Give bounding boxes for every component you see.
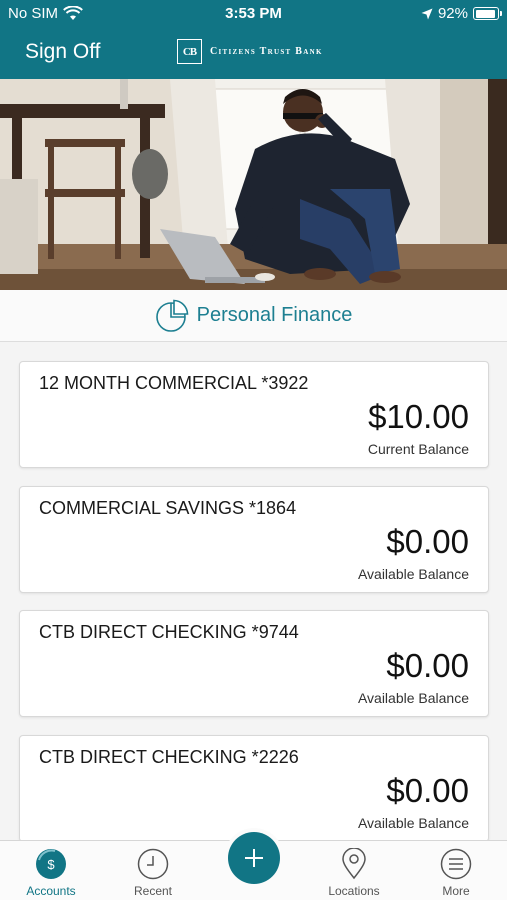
- account-balance: $0.00: [386, 523, 469, 560]
- tab-more[interactable]: More: [416, 841, 496, 900]
- account-card[interactable]: 12 MONTH COMMERCIAL *3922 $10.00 Current…: [19, 361, 489, 468]
- location-arrow-icon: [421, 8, 433, 19]
- plus-icon: [245, 849, 263, 867]
- tab-accounts[interactable]: $ Accounts: [11, 841, 91, 900]
- bank-logo-letters: CB: [182, 45, 197, 58]
- account-card[interactable]: COMMERCIAL SAVINGS *1864 $0.00 Available…: [19, 486, 489, 593]
- bank-logo: CB: [177, 39, 202, 64]
- tab-label: Accounts: [26, 884, 76, 898]
- top-bar: No SIM 3:53 PM 92% Sign Off CB Citizens …: [0, 0, 507, 79]
- account-name: COMMERCIAL SAVINGS *1864: [39, 498, 297, 518]
- tab-label: More: [442, 884, 470, 898]
- tab-label: Locations: [328, 884, 380, 898]
- account-name: CTB DIRECT CHECKING *9744: [39, 622, 299, 642]
- bank-name: Citizens Trust Bank: [210, 46, 323, 57]
- nav-bar: Sign Off CB Citizens Trust Bank: [0, 30, 507, 76]
- account-name: CTB DIRECT CHECKING *2226: [39, 747, 299, 767]
- bank-brand: CB Citizens Trust Bank: [177, 39, 323, 64]
- battery-icon: [473, 7, 502, 20]
- balance-type: Available Balance: [357, 815, 469, 831]
- add-button[interactable]: [228, 832, 280, 884]
- status-bar: No SIM 3:53 PM 92%: [0, 0, 507, 28]
- tab-label: Recent: [133, 884, 173, 898]
- map-pin-icon: [342, 848, 366, 880]
- personal-finance-header[interactable]: Personal Finance: [0, 290, 507, 342]
- account-balance: $0.00: [386, 772, 469, 809]
- balance-type: Available Balance: [357, 566, 469, 582]
- account-card[interactable]: CTB DIRECT CHECKING *9744 $0.00 Availabl…: [19, 610, 489, 717]
- hero-image: [0, 79, 507, 290]
- sign-off-button[interactable]: Sign Off: [25, 40, 101, 64]
- account-balance: $0.00: [386, 647, 469, 684]
- dollar-coin-icon: $: [36, 849, 66, 879]
- clock-icon: [137, 848, 169, 880]
- account-name: 12 MONTH COMMERCIAL *3922: [39, 373, 309, 393]
- section-title: Personal Finance: [196, 304, 353, 326]
- pie-chart-icon: [155, 299, 189, 332]
- account-card[interactable]: CTB DIRECT CHECKING *2226 $0.00 Availabl…: [19, 735, 489, 842]
- tab-recent[interactable]: Recent: [113, 841, 193, 900]
- balance-type: Current Balance: [367, 441, 469, 457]
- menu-icon: [440, 848, 472, 880]
- battery-percent: 92%: [437, 5, 468, 22]
- balance-type: Available Balance: [357, 690, 469, 706]
- account-balance: $10.00: [368, 398, 469, 435]
- tab-locations[interactable]: Locations: [314, 841, 394, 900]
- battery-level: [475, 9, 495, 18]
- hero-photo-man-on-phone: [0, 79, 507, 290]
- svg-text:$: $: [47, 857, 55, 872]
